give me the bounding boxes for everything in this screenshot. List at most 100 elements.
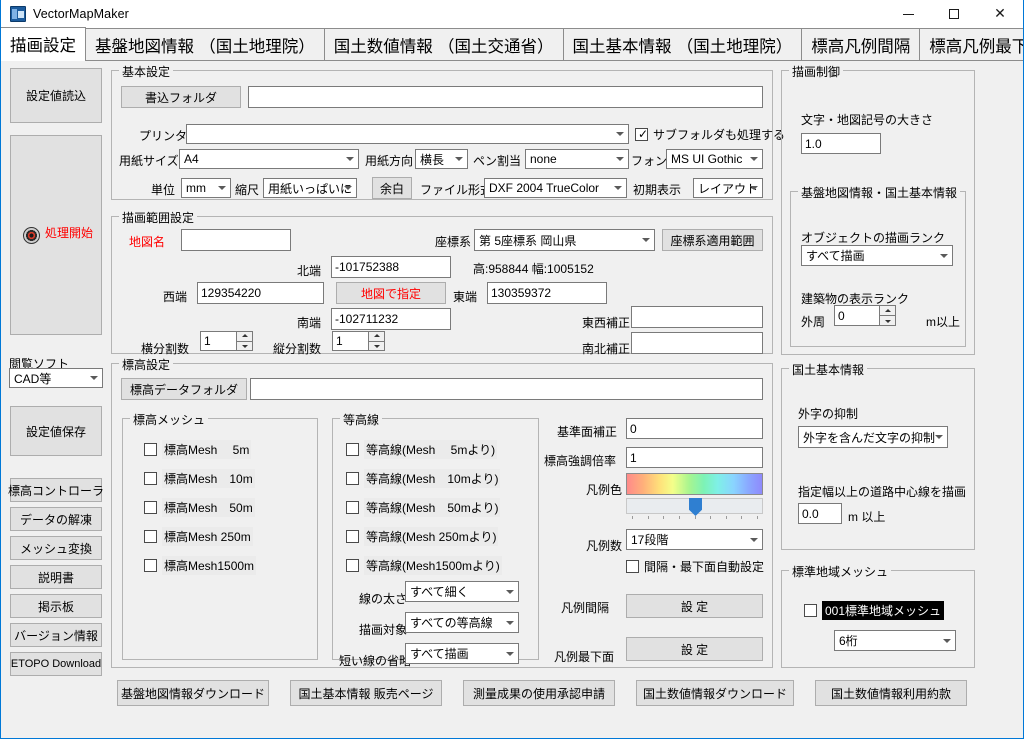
elevation-mesh-1500m-checkbox[interactable]: 標高Mesh1500m [144,556,256,575]
national-numeric-terms-button[interactable]: 国土数値情報利用約款 [815,680,967,706]
map-name-input[interactable] [181,229,291,251]
load-settings-button[interactable]: 設定値読込 [10,68,102,123]
minimize-button[interactable] [885,0,931,28]
v-division-stepper[interactable]: 1 [332,331,385,351]
ns-correction-input[interactable] [631,332,763,354]
write-folder-button[interactable]: 書込フォルダ [121,86,241,108]
initial-view-select[interactable]: レイアウト [693,178,763,198]
contour-1500m-checkbox[interactable]: 等高線(Mesh1500mより) [346,556,502,575]
contour-250m-checkbox[interactable]: 等高線(Mesh 250mより) [346,527,498,546]
elevation-mesh-10m-checkbox[interactable]: 標高Mesh 10m [144,469,255,488]
pen-assign-select[interactable]: none [525,149,629,169]
data-extract-button[interactable]: データの解凍 [10,507,102,531]
select-on-map-button[interactable]: 地図で指定 [336,282,446,304]
tab-base-map-info[interactable]: 基盤地図情報 （国土地理院） [85,28,325,60]
west-input[interactable]: 129354220 [197,282,324,304]
contour-10m-checkbox[interactable]: 等高線(Mesh 10mより) [346,469,500,488]
survey-approval-button[interactable]: 測量成果の使用承認申請 [463,680,615,706]
legend-interval-set-button[interactable]: 設 定 [626,594,763,618]
maximize-button[interactable] [931,0,977,28]
paper-direction-select[interactable]: 横長 [415,149,468,169]
west-label: 西端 [163,288,187,305]
margin-button[interactable]: 余白 [372,177,412,199]
bulletin-board-button[interactable]: 掲示板 [10,594,102,618]
contour-legend: 等高線 [340,411,382,428]
auto-interval-checkbox[interactable]: 間隔・最下面自動設定 [626,558,764,575]
chevron-down-icon [218,186,226,190]
write-folder-input[interactable] [248,86,763,108]
save-settings-button[interactable]: 設定値保存 [10,406,102,456]
h-division-stepper[interactable]: 1 [200,331,253,351]
spin-up-icon[interactable] [368,331,385,341]
h-division-value[interactable]: 1 [200,331,236,351]
south-input[interactable]: -102711232 [331,308,451,330]
elevation-mesh-5m-checkbox[interactable]: 標高Mesh 5m [144,440,251,459]
legend-color-slider[interactable] [626,498,763,514]
map-name-label: 地図名 [129,233,165,250]
etopo-download-button[interactable]: ETOPO Download [10,652,102,676]
national-basic-sales-button[interactable]: 国土基本情報 販売ページ [290,680,442,706]
elevation-data-folder-button[interactable]: 標高データフォルダ [121,378,247,400]
viewer-software-select[interactable]: CAD等 [9,368,103,388]
perimeter-arrows[interactable] [879,305,896,326]
north-input[interactable]: -101752388 [331,256,451,278]
datum-correction-input[interactable]: 0 [626,418,763,439]
base-map-download-button[interactable]: 基盤地図情報ダウンロード [117,680,269,706]
elevation-mesh-250m-checkbox[interactable]: 標高Mesh 250m [144,527,253,546]
contour-5m-checkbox[interactable]: 等高線(Mesh 5mより) [346,440,497,459]
h-division-arrows[interactable] [236,331,253,351]
tab-national-basic-info[interactable]: 国土基本情報 （国土地理院） [563,28,803,60]
subfolder-checkbox[interactable]: ✓ サブフォルダも処理する [635,126,785,143]
font-select[interactable]: MS UI Gothic [666,149,763,169]
mesh-digits-select[interactable]: 6桁 [834,630,956,651]
east-input[interactable]: 130359372 [487,282,607,304]
perimeter-value[interactable]: 0 [834,305,879,326]
perimeter-stepper[interactable]: 0 [834,305,896,326]
spin-up-icon[interactable] [879,305,896,315]
contour-50m-checkbox[interactable]: 等高線(Mesh 50mより) [346,498,500,517]
paper-size-select[interactable]: A4 [179,149,359,169]
contour-5m-label: 等高線(Mesh 5mより) [364,440,497,459]
ew-correction-input[interactable] [631,306,763,328]
manual-button[interactable]: 説明書 [10,565,102,589]
scale-select[interactable]: 用紙いっぱいに [263,178,357,198]
v-division-arrows[interactable] [368,331,385,351]
tab-elevation-legend-bottom[interactable]: 標高凡例最下面 [919,28,1024,60]
elevation-mesh-50m-checkbox[interactable]: 標高Mesh 50m [144,498,255,517]
road-width-input[interactable]: 0.0 [798,503,842,524]
national-numeric-download-button[interactable]: 国土数値情報ダウンロード [636,680,794,706]
file-format-select[interactable]: DXF 2004 TrueColor [484,178,627,198]
object-rank-select[interactable]: すべて描画 [801,245,953,266]
spin-up-icon[interactable] [236,331,253,341]
process-start-button[interactable]: 処理開始 [10,135,102,335]
line-width-select[interactable]: すべて細く [405,581,519,602]
slider-thumb[interactable] [689,498,702,516]
printer-select[interactable] [186,124,629,144]
chevron-down-icon [943,639,951,643]
tab-national-numeric-info[interactable]: 国土数値情報 （国土交通省） [324,28,564,60]
draw-target-select[interactable]: すべての等高線 [405,612,519,633]
coord-system-select[interactable]: 第 5座標系 岡山県 [474,229,655,251]
version-info-button[interactable]: バージョン情報 [10,623,102,647]
text-size-input[interactable]: 1.0 [801,133,881,154]
v-division-value[interactable]: 1 [332,331,368,351]
spin-down-icon[interactable] [368,341,385,352]
tab-elevation-legend-interval[interactable]: 標高凡例間隔 [801,28,920,60]
spin-down-icon[interactable] [236,341,253,352]
contour-50m-label: 等高線(Mesh 50mより) [364,498,500,517]
elevation-controller-button[interactable]: 標高コントローラ [10,478,102,502]
emphasis-input[interactable]: 1 [626,447,763,468]
elevation-data-folder-input[interactable] [250,378,763,400]
standard-mesh-checkbox[interactable]: 001標準地域メッシュ [804,601,944,620]
legend-bottom-set-button[interactable]: 設 定 [626,637,763,661]
gaiji-suppress-select[interactable]: 外字を含んだ文字の抑制 [798,426,948,448]
spin-down-icon[interactable] [879,315,896,326]
coord-system-range-button[interactable]: 座標系適用範囲 [662,229,763,251]
legend-count-select[interactable]: 17段階 [626,529,763,550]
legend-color-gradient[interactable] [626,473,763,495]
short-line-select[interactable]: すべて描画 [405,643,519,664]
unit-select[interactable]: mm [181,178,231,198]
close-button[interactable]: ✕ [977,0,1023,28]
mesh-convert-button[interactable]: メッシュ変換 [10,536,102,560]
tab-drawing-settings[interactable]: 描画設定 [1,27,86,60]
